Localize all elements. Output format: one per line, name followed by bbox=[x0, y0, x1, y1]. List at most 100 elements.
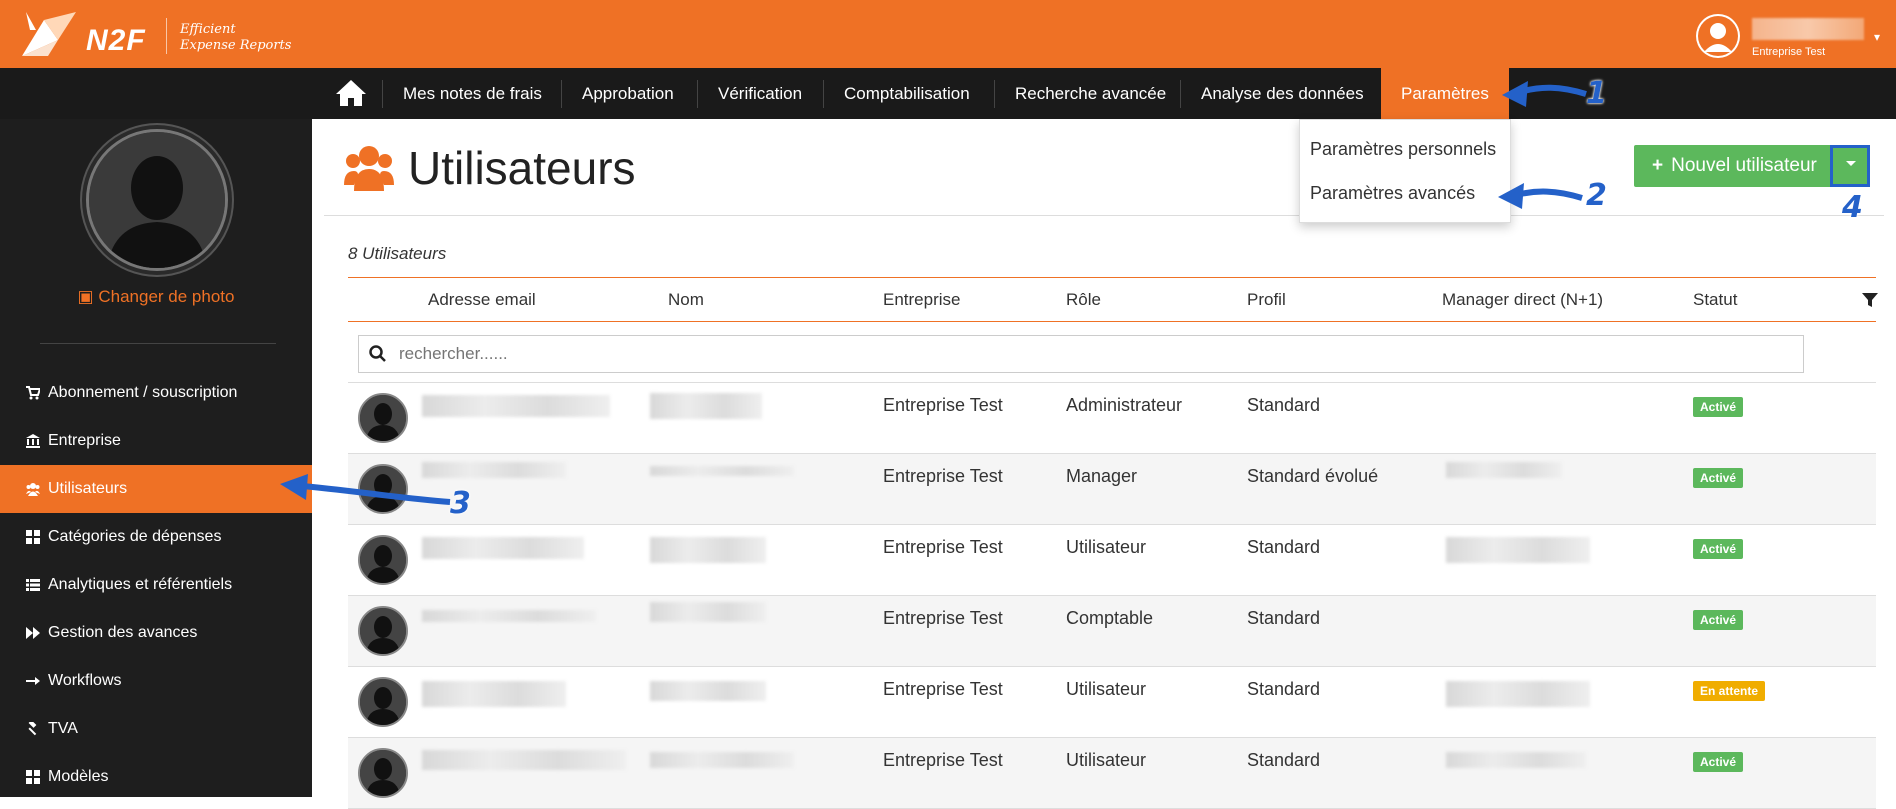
cell-company: Entreprise Test bbox=[883, 750, 1003, 770]
sidebar-item-label: Workflows bbox=[48, 672, 122, 689]
cell-company: Entreprise Test bbox=[883, 679, 1003, 699]
manager-redacted bbox=[1446, 752, 1586, 768]
manager-redacted bbox=[1446, 681, 1590, 707]
sidebar-item-workflows[interactable]: Workflows bbox=[0, 657, 312, 705]
new-user-dropdown-toggle[interactable] bbox=[1830, 145, 1870, 187]
column-header-name[interactable]: Nom bbox=[668, 290, 704, 310]
caret-down-icon bbox=[1846, 161, 1856, 166]
sidebar-item-abonnement[interactable]: Abonnement / souscription bbox=[0, 369, 312, 417]
name-redacted bbox=[650, 681, 766, 701]
bank-icon bbox=[26, 434, 40, 448]
email-redacted bbox=[422, 750, 626, 770]
column-header-profile[interactable]: Profil bbox=[1247, 290, 1286, 310]
brand-tagline: Efficient Expense Reports bbox=[180, 22, 291, 54]
name-redacted bbox=[650, 466, 794, 476]
sidebar-item-analytiques[interactable]: Analytiques et référentiels bbox=[0, 561, 312, 609]
manager-redacted bbox=[1446, 537, 1590, 563]
nav-comptabilisation[interactable]: Comptabilisation bbox=[824, 68, 990, 119]
cell-company: Entreprise Test bbox=[883, 537, 1003, 557]
cell-role: Comptable bbox=[1066, 608, 1154, 628]
nav-parametres[interactable]: Paramètres bbox=[1381, 68, 1509, 119]
manager-redacted bbox=[1446, 462, 1562, 478]
brand-name: N2F bbox=[86, 24, 146, 57]
column-header-status[interactable]: Statut bbox=[1693, 290, 1737, 310]
sidebar-item-utilisateurs[interactable]: Utilisateurs bbox=[0, 465, 312, 513]
sidebar-item-label: Analytiques et référentiels bbox=[48, 576, 233, 593]
sidebar-item-gestion-avances[interactable]: Gestion des avances bbox=[0, 609, 312, 657]
table-row[interactable]: Entreprise Test Administrateur Standard … bbox=[348, 383, 1876, 454]
filter-icon[interactable] bbox=[1862, 292, 1878, 308]
cell-profile: Standard bbox=[1247, 679, 1321, 699]
new-user-button[interactable]: + Nouvel utilisateur bbox=[1634, 145, 1837, 187]
table-row[interactable]: Entreprise Test Comptable Standard Activ… bbox=[348, 596, 1876, 667]
sidebar-item-categories[interactable]: Catégories de dépenses bbox=[0, 513, 312, 561]
caret-down-icon[interactable]: ▾ bbox=[1874, 30, 1880, 44]
gavel-icon bbox=[28, 722, 37, 736]
nav-verification[interactable]: Vérification bbox=[698, 68, 822, 119]
profile-photo[interactable] bbox=[86, 129, 228, 271]
cell-company: Entreprise Test bbox=[883, 466, 1003, 486]
table-row[interactable]: Entreprise Test Manager Standard évolué … bbox=[348, 454, 1876, 525]
status-badge: Activé bbox=[1693, 610, 1744, 630]
top-header: N2F Efficient Expense Reports Entreprise… bbox=[0, 0, 1896, 68]
grid-icon bbox=[26, 770, 40, 784]
nav-approbation[interactable]: Approbation bbox=[562, 68, 694, 119]
search-input[interactable] bbox=[399, 336, 1789, 372]
avatar bbox=[358, 677, 408, 727]
sidebar-item-label: Catégories de dépenses bbox=[48, 528, 222, 545]
menu-item-parametres-personnels[interactable]: Paramètres personnels bbox=[1310, 139, 1496, 160]
table-row[interactable]: Entreprise Test Utilisateur Standard Act… bbox=[348, 738, 1876, 809]
table-header: Adresse email Nom Entreprise Rôle Profil… bbox=[348, 278, 1878, 322]
n2f-logo[interactable]: N2F Efficient Expense Reports bbox=[18, 10, 308, 60]
search-box[interactable] bbox=[358, 335, 1804, 373]
status-badge: Activé bbox=[1693, 539, 1744, 559]
sidebar-item-label: Modèles bbox=[48, 768, 109, 785]
annotation-arrow-2 bbox=[1498, 183, 1583, 209]
list-icon bbox=[26, 579, 40, 591]
nav-recherche-avancee[interactable]: Recherche avancée bbox=[995, 68, 1186, 119]
users-icon bbox=[344, 146, 394, 191]
user-count: 8 Utilisateurs bbox=[348, 244, 447, 263]
annotation-number-4: 4 bbox=[1842, 190, 1863, 225]
sidebar-item-modeles[interactable]: Modèles bbox=[0, 753, 312, 801]
title-divider bbox=[324, 215, 1884, 216]
page-title: Utilisateurs bbox=[408, 142, 636, 194]
sidebar-item-entreprise[interactable]: Entreprise bbox=[0, 417, 312, 465]
menu-item-parametres-avances[interactable]: Paramètres avancés bbox=[1310, 183, 1475, 204]
sidebar-item-label: Gestion des avances bbox=[48, 624, 198, 641]
home-icon[interactable] bbox=[334, 78, 368, 108]
table-row[interactable]: Entreprise Test Utilisateur Standard Act… bbox=[348, 525, 1876, 596]
user-avatar[interactable] bbox=[1696, 14, 1740, 58]
column-header-manager[interactable]: Manager direct (N+1) bbox=[1442, 290, 1603, 310]
arrow-right-icon bbox=[26, 677, 40, 685]
annotation-number-1: 1 bbox=[1586, 76, 1607, 111]
email-redacted bbox=[422, 681, 566, 707]
user-silhouette-icon bbox=[1698, 16, 1738, 56]
name-redacted bbox=[650, 537, 766, 563]
tagline-line-1: Efficient bbox=[180, 22, 236, 37]
avatar bbox=[358, 748, 408, 798]
annotation-arrow-3 bbox=[280, 474, 451, 505]
change-photo-link[interactable]: ▣ Changer de photo bbox=[0, 287, 312, 307]
sidebar-item-label: Entreprise bbox=[48, 432, 121, 449]
cell-company: Entreprise Test bbox=[883, 608, 1003, 628]
column-header-role[interactable]: Rôle bbox=[1066, 290, 1101, 310]
cell-role: Manager bbox=[1066, 466, 1138, 486]
logo-mark-icon bbox=[22, 12, 76, 56]
cell-profile: Standard bbox=[1247, 395, 1321, 415]
avatar bbox=[358, 606, 408, 656]
sidebar-item-tva[interactable]: TVA bbox=[0, 705, 312, 753]
change-photo-label: Changer de photo bbox=[98, 287, 235, 306]
nav-analyse-des-donnees[interactable]: Analyse des données bbox=[1181, 68, 1384, 119]
name-redacted bbox=[650, 393, 762, 419]
column-header-email[interactable]: Adresse email bbox=[428, 290, 536, 310]
table-row[interactable]: Entreprise Test Utilisateur Standard En … bbox=[348, 667, 1876, 738]
cart-icon bbox=[26, 386, 40, 400]
cell-role: Utilisateur bbox=[1066, 679, 1147, 699]
nav-mes-notes-de-frais[interactable]: Mes notes de frais bbox=[383, 68, 562, 119]
cell-profile: Standard bbox=[1247, 608, 1321, 628]
column-header-company[interactable]: Entreprise bbox=[883, 290, 960, 310]
avatar bbox=[358, 535, 408, 585]
logo-divider bbox=[166, 18, 167, 54]
cell-role: Utilisateur bbox=[1066, 537, 1147, 557]
